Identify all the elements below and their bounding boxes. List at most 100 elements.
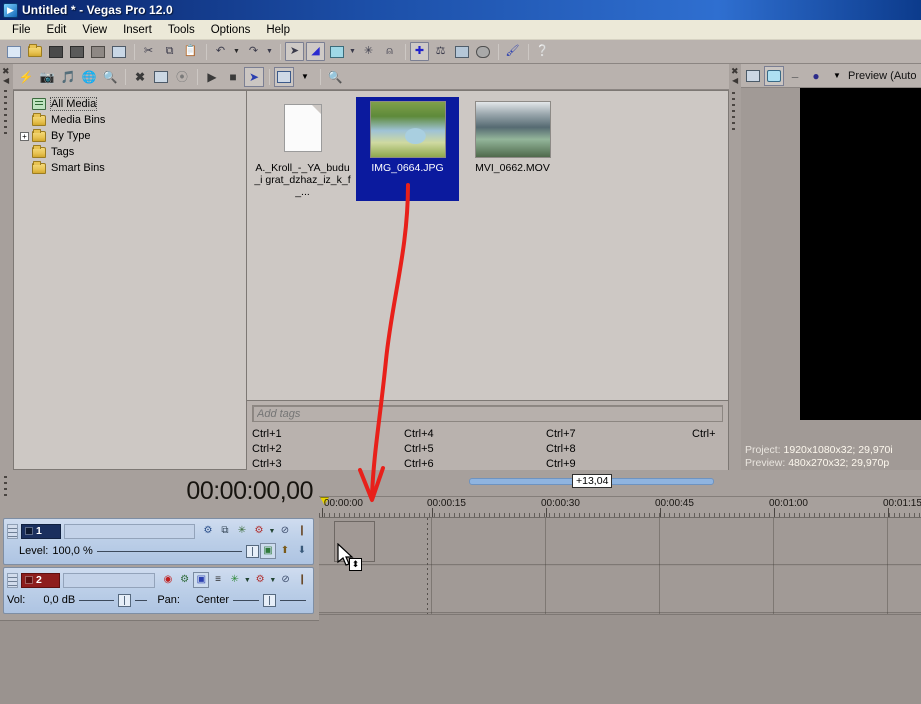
tree-item-smart-bins[interactable]: Smart Bins	[14, 160, 246, 176]
views-dropdown-icon[interactable]: ▼	[295, 67, 315, 87]
undo-icon[interactable]: ↶	[211, 42, 230, 61]
media-bins-tree[interactable]: All Media Media Bins + By Type Tags Smar…	[13, 90, 246, 470]
tree-expander[interactable]	[20, 116, 29, 125]
phase-invert-icon[interactable]: ✳	[227, 572, 243, 588]
import-media-icon[interactable]: ⚡	[16, 67, 36, 87]
volume-value[interactable]: 0,0 dB	[43, 594, 75, 606]
bus-assign-icon[interactable]: ⚙	[252, 572, 268, 588]
preview-quality-dropdown-icon[interactable]: ▼	[827, 66, 847, 86]
redo-icon[interactable]: ↷	[244, 42, 263, 61]
save-project-icon[interactable]	[46, 42, 65, 61]
menu-options[interactable]: Options	[203, 22, 259, 38]
parent-motion-icon[interactable]: ⬆	[277, 543, 293, 559]
open-project-icon[interactable]	[25, 42, 44, 61]
drag-handle[interactable]	[4, 476, 7, 498]
track-header-video-1[interactable]: 1 ⚙ ⧉ ✳ ⚙ ▼ ⊘ ❙ Level: 100,0 % ▣ ⬆ ⬇	[3, 518, 314, 565]
level-value[interactable]: 100,0 %	[52, 545, 92, 557]
mute-icon[interactable]: ⊘	[278, 572, 294, 588]
tree-expander[interactable]	[20, 148, 29, 157]
menu-help[interactable]: Help	[258, 22, 298, 38]
track-motion-icon[interactable]: ⧉	[217, 523, 233, 539]
track-fx-icon[interactable]: ⚙	[200, 523, 216, 539]
stop-preview-icon[interactable]: ■	[223, 67, 243, 87]
add-tags-input[interactable]	[252, 405, 723, 422]
whats-this-help-icon[interactable]: ❔	[533, 42, 552, 61]
track-name-input[interactable]	[64, 523, 195, 539]
track-resize-grip[interactable]	[7, 523, 18, 539]
menu-edit[interactable]: Edit	[39, 22, 75, 38]
video-preview-window-icon[interactable]	[452, 42, 471, 61]
media-thumbnail-pane[interactable]: A._Kroll_-_YA_budu_i grat_dzhaz_iz_k_f_.…	[246, 90, 729, 401]
enable-snapping-icon[interactable]: ➤	[285, 42, 304, 61]
mixing-console-icon[interactable]: ⚖	[431, 42, 450, 61]
audio-meter-icon[interactable]: ≡	[210, 572, 226, 588]
timeline-ruler[interactable]: 00:00:00 00:00:15 00:00:30 00:00:45 00:0…	[319, 497, 921, 518]
drag-handle[interactable]	[732, 92, 735, 134]
project-properties-icon[interactable]	[88, 42, 107, 61]
video-preview-surface[interactable]	[800, 88, 921, 420]
project-video-properties-icon[interactable]	[743, 66, 763, 86]
make-compositing-child-icon[interactable]: ▣	[260, 543, 276, 559]
remove-from-project-icon[interactable]: ✖	[130, 67, 150, 87]
edit-tool-dropdown-icon[interactable]: ▼	[348, 42, 357, 61]
preview-dock-grip[interactable]: ✖ ◀	[729, 64, 741, 470]
extract-audio-from-cd-icon[interactable]: 🎵	[58, 67, 78, 87]
undo-dropdown-icon[interactable]: ▼	[232, 42, 241, 61]
timeline-track-video[interactable]	[319, 518, 921, 565]
views-icon[interactable]	[274, 66, 294, 87]
track-number-badge[interactable]: 1	[21, 523, 61, 539]
start-preview-icon[interactable]: ▶	[202, 67, 222, 87]
arm-for-record-icon[interactable]: ◉	[160, 572, 176, 588]
track-settings-icon[interactable]: ⚙	[251, 523, 267, 539]
get-media-from-web-icon[interactable]: 🌐	[79, 67, 99, 87]
media-item[interactable]: A._Kroll_-_YA_budu_i grat_dzhaz_iz_k_f_.…	[251, 97, 354, 201]
tree-item-tags[interactable]: Tags	[14, 144, 246, 160]
cut-icon[interactable]: ✂	[139, 42, 158, 61]
menu-tools[interactable]: Tools	[160, 22, 203, 38]
render-as-icon[interactable]	[109, 42, 128, 61]
new-project-icon[interactable]	[4, 42, 23, 61]
split-screen-view-icon[interactable]: ⚊	[785, 66, 805, 86]
envelope-edit-tool-icon[interactable]: ✳	[359, 42, 378, 61]
tree-expander[interactable]	[20, 100, 29, 109]
capture-video-icon[interactable]: 📷	[37, 67, 57, 87]
phase-dropdown-icon[interactable]: ▼	[243, 572, 251, 588]
track-settings-dropdown-icon[interactable]: ▼	[268, 523, 276, 539]
volume-slider-thumb[interactable]	[118, 593, 132, 607]
search-media-icon[interactable]: 🔍	[325, 67, 345, 87]
paste-icon[interactable]: 📋	[181, 42, 200, 61]
dock-collapse-icon[interactable]: ◀	[732, 76, 738, 85]
volume-slider-track[interactable]	[79, 599, 115, 601]
get-photo-icon[interactable]: 🔍	[100, 67, 120, 87]
track-name-input[interactable]	[63, 572, 156, 588]
tree-expander[interactable]: +	[20, 131, 29, 141]
redo-dropdown-icon[interactable]: ▼	[265, 42, 274, 61]
dock-grip[interactable]: ✖ ◀	[0, 64, 13, 470]
menu-insert[interactable]: Insert	[115, 22, 160, 38]
save-as-icon[interactable]	[67, 42, 86, 61]
level-slider-track[interactable]	[96, 550, 242, 552]
bus-dropdown-icon[interactable]: ▼	[269, 572, 277, 588]
tree-item-by-type[interactable]: + By Type	[14, 128, 246, 144]
media-manager-icon[interactable]	[473, 42, 492, 61]
preview-quality-icon[interactable]: ●	[806, 66, 826, 86]
input-monitor-icon[interactable]: ▣	[193, 572, 210, 588]
explorer-window-icon[interactable]: 🖌	[503, 42, 522, 61]
auto-ripple-icon[interactable]: ◢	[306, 42, 325, 61]
timeline-empty-area[interactable]	[319, 614, 921, 704]
zoom-edit-tool-icon[interactable]: ⍝	[380, 42, 399, 61]
mute-icon[interactable]: ⊘	[277, 523, 293, 539]
tree-item-all-media[interactable]: All Media	[14, 96, 246, 112]
parent-compositing-icon[interactable]: ⬇	[294, 543, 310, 559]
timeline-grid[interactable]	[319, 518, 921, 704]
menu-view[interactable]: View	[74, 22, 115, 38]
media-item[interactable]: IMG_0664.JPG	[356, 97, 459, 201]
solo-icon[interactable]: ❙	[294, 523, 310, 539]
insert-text-media-icon[interactable]: ✚	[410, 42, 429, 61]
auto-preview-icon[interactable]: ➤	[244, 66, 264, 87]
preview-on-external-monitor-icon[interactable]	[764, 65, 784, 86]
compositing-mode-icon[interactable]: ✳	[234, 523, 250, 539]
copy-icon[interactable]: ⧉	[160, 42, 179, 61]
pan-value[interactable]: Center	[196, 594, 229, 606]
pan-slider-track[interactable]	[233, 599, 259, 601]
